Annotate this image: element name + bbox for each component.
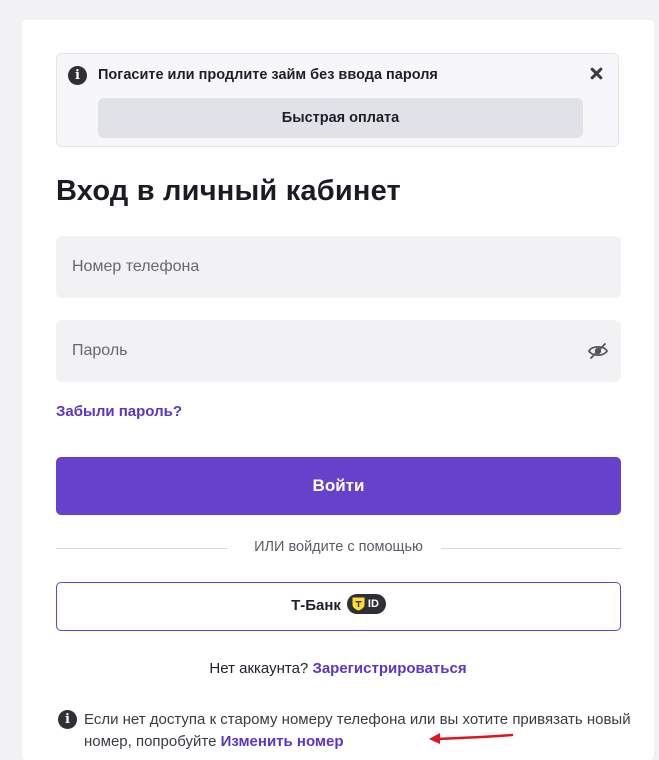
quick-pay-button[interactable]: Быстрая оплата	[98, 98, 583, 138]
tbank-id-badge: ID	[346, 594, 386, 614]
info-icon: i	[58, 710, 77, 729]
page-title: Вход в личный кабинет	[56, 175, 401, 207]
change-number-text: Если нет доступа к старому номеру телефо…	[84, 709, 644, 753]
register-line: Нет аккаунта? Зарегистрироваться	[22, 660, 654, 677]
divider-text: ИЛИ войдите с помощью	[254, 539, 423, 555]
red-arrow-annotation	[429, 733, 514, 744]
login-card: i Погасите или продлите займ без ввода п…	[22, 20, 654, 760]
login-button[interactable]: Войти	[56, 457, 621, 515]
tbank-label: Т-Банк	[291, 596, 341, 614]
quick-pay-notice: i Погасите или продлите займ без ввода п…	[56, 53, 619, 147]
tbank-id-button[interactable]: Т-Банк ID	[56, 582, 621, 631]
tbank-shield-icon	[352, 597, 365, 611]
info-icon: i	[68, 66, 87, 85]
change-number-link[interactable]: Изменить номер	[221, 733, 344, 750]
phone-field[interactable]	[56, 236, 621, 298]
tbank-button-content: Т-Банк ID	[57, 594, 620, 616]
password-input[interactable]	[56, 320, 621, 382]
register-link[interactable]: Зарегистрироваться	[312, 660, 466, 677]
divider-line-right	[441, 548, 621, 549]
register-prompt: Нет аккаунта?	[209, 660, 309, 677]
phone-input[interactable]	[56, 236, 621, 298]
eye-slash-icon[interactable]	[587, 340, 609, 362]
forgot-password-link[interactable]: Забыли пароль?	[56, 403, 182, 420]
close-icon[interactable]	[586, 62, 608, 84]
or-divider: ИЛИ войдите с помощью	[56, 539, 621, 559]
note-text: Если нет доступа к старому номеру телефо…	[84, 711, 631, 750]
password-field[interactable]	[56, 320, 621, 382]
tbank-badge-text: ID	[367, 598, 379, 610]
notice-text: Погасите или продлите займ без ввода пар…	[98, 67, 438, 83]
